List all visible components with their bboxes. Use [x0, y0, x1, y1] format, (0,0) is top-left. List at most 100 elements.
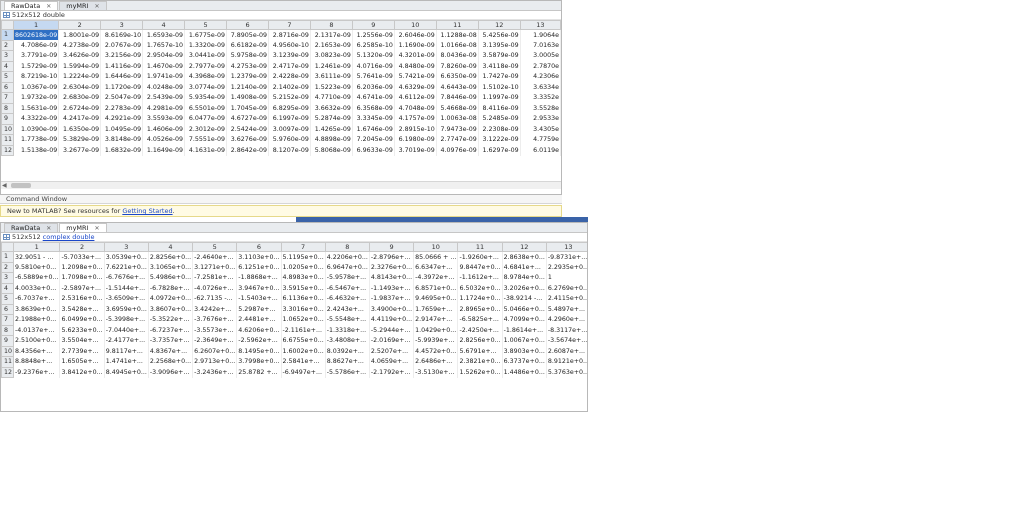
table-cell[interactable]: 3.0823e-09 — [310, 50, 353, 61]
row-header[interactable]: 3 — [1, 50, 15, 62]
table-cell[interactable]: 2.7870e — [520, 61, 561, 72]
column-header[interactable]: 2 — [58, 20, 102, 30]
table-cell[interactable]: -1.9837e+... — [369, 293, 415, 304]
table-cell[interactable]: 3.7998e+0... — [236, 356, 282, 367]
table-cell[interactable]: 5.4986e+0... — [148, 272, 194, 283]
table-cell[interactable]: -4.0726e+... — [192, 283, 238, 294]
table-cell[interactable]: -3.5573e+... — [192, 325, 238, 336]
table-cell[interactable]: 1.8001e-09 — [58, 29, 102, 40]
table-cell[interactable]: 3.2677e-09 — [58, 145, 102, 156]
table-cell[interactable]: -5.3522e+... — [148, 314, 194, 325]
table-cell[interactable]: -6.5467e+... — [325, 283, 370, 294]
table-cell[interactable]: 25.8782 +... — [236, 367, 282, 378]
table-cell[interactable]: 2.6724e-09 — [58, 103, 102, 114]
table-cell[interactable]: 2.6087e+... — [546, 346, 587, 357]
table-cell[interactable]: 6.2585e-10 — [352, 40, 395, 51]
table-cell[interactable]: 2.2308e-09 — [478, 124, 521, 135]
table-cell[interactable]: -1.1612e+... — [457, 272, 503, 283]
table-cell[interactable]: 2.8256e+0... — [457, 335, 503, 346]
table-cell[interactable]: -7.0440e+... — [104, 325, 149, 336]
scroll-thumb[interactable] — [11, 183, 31, 188]
table-cell[interactable]: 6.2607e+0... — [192, 346, 238, 357]
table-cell[interactable]: 1.9064e — [520, 29, 561, 40]
table-cell[interactable]: 8.7219e-10 — [13, 71, 60, 82]
table-cell[interactable]: 8.1207e-09 — [268, 145, 311, 156]
table-cell[interactable]: 1.7659e+... — [413, 304, 459, 315]
table-cell[interactable]: 2.9533e — [520, 113, 561, 124]
table-cell[interactable]: 4.6329e-09 — [394, 82, 437, 93]
table-cell[interactable]: -2.3649e+... — [192, 335, 238, 346]
table-cell[interactable]: -2.1161e+... — [281, 325, 326, 336]
table-cell[interactable]: 6.6182e-09 — [226, 40, 269, 51]
table-cell[interactable]: 5.9758e-09 — [226, 50, 269, 61]
table-cell[interactable]: 1.4116e-09 — [100, 61, 144, 72]
row-header[interactable]: 2 — [1, 261, 15, 273]
table-cell[interactable]: 6.5501e-09 — [184, 103, 228, 114]
table-cell[interactable]: 6.5032e+0... — [457, 283, 503, 294]
table-cell[interactable]: 1.6297e-09 — [478, 145, 521, 156]
column-header[interactable]: 10 — [393, 20, 437, 30]
table-cell[interactable]: 3.3016e+0... — [281, 304, 326, 315]
table-cell[interactable]: 8.4116e-09 — [478, 103, 521, 114]
table-cell[interactable]: 6.1997e-09 — [268, 113, 311, 124]
table-cell[interactable]: 3.3352e — [520, 92, 561, 103]
table-cell[interactable]: 6.1251e+0... — [236, 262, 282, 273]
table-cell[interactable]: 2.4481e+... — [236, 314, 282, 325]
table-cell[interactable]: 9.8117e+... — [104, 346, 149, 357]
table-cell[interactable]: 2.2783e-09 — [100, 103, 144, 114]
close-icon[interactable]: ✕ — [94, 224, 99, 233]
column-header[interactable]: 9 — [351, 20, 395, 30]
table-cell[interactable]: 8.9121e+0... — [546, 356, 587, 367]
table-cell[interactable]: -3.9096e+... — [148, 367, 194, 378]
table-cell[interactable]: 2.8965e+0... — [457, 304, 503, 315]
close-icon[interactable]: ✕ — [94, 2, 99, 11]
table-cell[interactable]: -5.7033e+... — [59, 251, 105, 262]
table-cell[interactable]: 2.2935e+0... — [546, 262, 587, 273]
row-header[interactable]: 4 — [1, 282, 15, 294]
table-cell[interactable]: 7.6221e+0... — [104, 262, 149, 273]
table-cell[interactable]: 1.4670e-09 — [142, 61, 186, 72]
table-cell[interactable]: 1.2140e-09 — [226, 82, 269, 93]
table-cell[interactable]: 6.2769e+0... — [546, 283, 587, 294]
table-cell[interactable]: 2.7747e-09 — [436, 134, 479, 145]
table-cell[interactable]: 3.8148e-09 — [100, 134, 144, 145]
table-cell[interactable]: 1.5994e-09 — [58, 61, 102, 72]
table-cell[interactable]: 1.0429e+0... — [413, 325, 459, 336]
table-cell[interactable]: 1.0063e-08 — [436, 113, 479, 124]
table-cell[interactable]: 7.9473e-09 — [436, 124, 479, 135]
table-cell[interactable]: 4.6727e-09 — [226, 113, 269, 124]
rawdata-table[interactable]: 1 2 3 4 5 6 7 8 9 10 11 12 13 1 8602618e-09 1.8001e-09 8… — [1, 20, 561, 156]
table-cell[interactable]: 1.7427e-09 — [478, 71, 521, 82]
table-cell[interactable]: -6.7676e+... — [104, 272, 149, 283]
table-cell[interactable]: -5.2944e+... — [369, 325, 415, 336]
column-header[interactable]: 7 — [280, 242, 326, 252]
table-cell[interactable]: 4.0976e-09 — [436, 145, 479, 156]
table-cell[interactable]: 1.1690e-09 — [394, 40, 437, 51]
table-cell[interactable]: -4.3972e+... — [413, 272, 459, 283]
table-cell[interactable]: 4.8983e+0... — [281, 272, 326, 283]
table-cell[interactable]: 4.7710e-09 — [310, 92, 353, 103]
table-cell[interactable]: 8.9784e+0... — [502, 272, 547, 283]
table-cell[interactable]: 4.0659e+... — [369, 356, 415, 367]
table-cell[interactable]: 3.8412e+0... — [59, 367, 105, 378]
row-header[interactable]: 5 — [1, 293, 15, 305]
table-cell[interactable]: 3.4900e+0... — [369, 304, 415, 315]
table-cell[interactable]: 2.5100e+0... — [13, 335, 61, 346]
table-cell[interactable]: 7.8260e-09 — [436, 61, 479, 72]
table-cell[interactable]: 3.5504e+... — [59, 335, 105, 346]
table-cell[interactable]: 2.5207e+... — [369, 346, 415, 357]
table-cell[interactable]: 1.6505e+... — [59, 356, 105, 367]
tab-rawdata[interactable]: RawData ✕ — [4, 1, 59, 10]
table-cell[interactable]: 4.8898e-09 — [310, 134, 353, 145]
table-cell[interactable]: 6.3737e+0... — [502, 356, 547, 367]
table-cell[interactable]: 1.7045e-09 — [226, 103, 269, 114]
table-cell[interactable]: 4.0972e+0... — [148, 293, 194, 304]
table-cell[interactable]: 1.1724e+0... — [457, 293, 503, 304]
table-cell[interactable]: 7.2045e-09 — [352, 134, 395, 145]
variable-class-link[interactable]: complex double — [43, 233, 95, 241]
column-header[interactable]: 11 — [457, 242, 503, 252]
table-cell[interactable]: 1.5729e-09 — [13, 61, 60, 72]
table-cell[interactable]: 3.4626e-09 — [58, 50, 102, 61]
table-cell[interactable]: 4.2981e-09 — [142, 103, 186, 114]
table-cell[interactable]: 4.8143e+0... — [369, 272, 415, 283]
